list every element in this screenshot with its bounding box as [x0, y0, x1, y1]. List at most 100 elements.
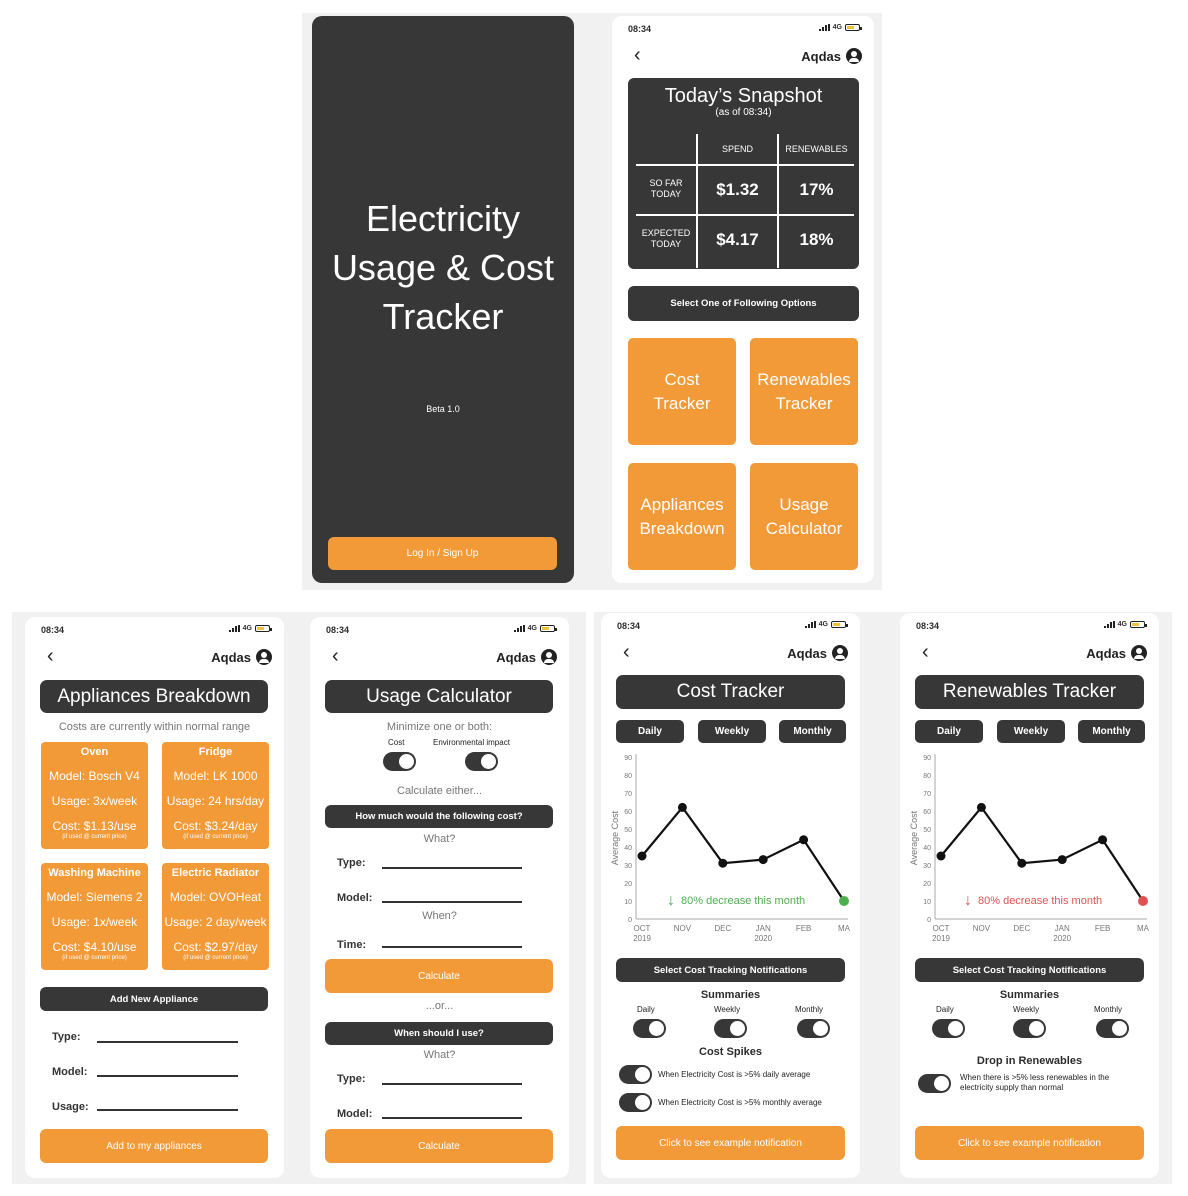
data-point: [936, 851, 946, 861]
example-notification-button[interactable]: Click to see example notification: [915, 1126, 1144, 1160]
battery-icon: [845, 24, 862, 31]
user-profile[interactable]: Aqdas: [787, 645, 848, 661]
decrease-annotation: ↓ 80% decrease this month: [667, 892, 806, 909]
calculate-button[interactable]: Calculate: [325, 959, 553, 993]
type-field-2[interactable]: [382, 1083, 522, 1085]
back-icon[interactable]: ‹: [623, 642, 630, 662]
user-profile[interactable]: Aqdas: [496, 649, 557, 665]
signal-icon: [804, 621, 816, 628]
app-title: Electricity Usage & Cost Tracker: [331, 198, 555, 337]
so-far-renewables: 17%: [799, 180, 834, 199]
appliance-card-fridge[interactable]: Fridge Model: LK 1000 Usage: 24 hrs/day …: [162, 742, 269, 849]
time-field[interactable]: [382, 946, 522, 948]
status-bar: 08:34 4G: [310, 625, 569, 639]
tab-weekly[interactable]: Weekly: [997, 720, 1065, 743]
data-point: [1017, 858, 1027, 868]
tab-monthly[interactable]: Monthly: [1078, 720, 1145, 743]
y-tick-label: 70: [624, 791, 632, 798]
user-profile[interactable]: Aqdas: [1086, 645, 1147, 661]
model-field[interactable]: [97, 1075, 238, 1077]
status-bar: 08:34 4G: [25, 625, 284, 639]
status-bar: 08:34 4G: [601, 621, 860, 635]
page-title: Appliances Breakdown: [40, 680, 268, 713]
spike-daily-label: When Electricity Cost is >5% daily avera…: [658, 1070, 811, 1079]
drop-renewables-toggle[interactable]: [918, 1074, 951, 1093]
appliance-card-oven[interactable]: Oven Model: Bosch V4 Usage: 3x/week Cost…: [41, 742, 148, 849]
summary-weekly-toggle[interactable]: [1013, 1019, 1046, 1038]
user-icon: [256, 649, 272, 665]
time-label: Time:: [337, 939, 367, 951]
renewables-chart: 0 10 20 30 40 50 60 70 80 90 Average Cost OCT2019 NO…: [909, 754, 1150, 943]
appliance-card-washing-machine[interactable]: Washing Machine Model: Siemens 2 Usage: …: [41, 863, 148, 970]
user-profile[interactable]: Aqdas: [211, 649, 272, 665]
summary-monthly-toggle[interactable]: [1096, 1019, 1129, 1038]
x-tick-label: DEC: [1013, 924, 1030, 933]
add-to-appliances-button[interactable]: Add to my appliances: [40, 1129, 268, 1163]
renewables-tracker-tile[interactable]: Renewables Tracker: [750, 338, 858, 445]
usage-calculator-tile[interactable]: Usage Calculator: [750, 463, 858, 570]
so-far-spend: $1.32: [716, 180, 759, 199]
data-point: [976, 802, 986, 812]
renewables-tracker-screen: 08:34 4G ‹ Aqdas Renewables Tracker Dail…: [900, 613, 1159, 1178]
tab-monthly[interactable]: Monthly: [779, 720, 846, 743]
calculate-button-2[interactable]: Calculate: [325, 1129, 553, 1163]
y-tick-label: 90: [624, 755, 632, 762]
cost-tracker-tile[interactable]: Cost Tracker: [628, 338, 736, 445]
what-label-2: What?: [423, 1049, 456, 1061]
option-cost-label: Cost: [388, 738, 405, 747]
x-tick-sublabel: 2019: [633, 934, 651, 943]
tab-weekly[interactable]: Weekly: [698, 720, 766, 743]
when-question-header: When should I use?: [325, 1022, 553, 1045]
type-field[interactable]: [97, 1041, 238, 1043]
type-field[interactable]: [382, 867, 522, 869]
type-label-2: Type:: [337, 1073, 366, 1085]
appliance-card-electric-radiator[interactable]: Electric Radiator Model: OVOHeat Usage: …: [162, 863, 269, 970]
user-icon: [832, 645, 848, 661]
y-tick-label: 90: [923, 755, 931, 762]
cost-toggle[interactable]: [383, 752, 416, 771]
snapshot-subtitle: (as of 08:34): [715, 107, 772, 118]
model-field-2[interactable]: [382, 1117, 522, 1119]
appliances-breakdown-tile[interactable]: Appliances Breakdown: [628, 463, 736, 570]
summaries-label: Summaries: [700, 989, 761, 1001]
tab-daily[interactable]: Daily: [915, 720, 983, 743]
option-env-label: Environmental impact: [433, 738, 510, 747]
cost-spikes-label: Cost Spikes: [699, 1046, 762, 1058]
y-tick-label: 70: [923, 791, 931, 798]
x-tick-label: FEB: [796, 924, 812, 933]
login-button[interactable]: Log In / Sign Up: [328, 537, 557, 570]
back-icon[interactable]: ‹: [47, 646, 54, 666]
user-icon: [846, 48, 862, 64]
back-icon[interactable]: ‹: [922, 642, 929, 662]
snapshot-title: Today’s Snapshot: [664, 85, 823, 107]
model-label: Model:: [337, 892, 373, 904]
when-label: When?: [422, 910, 457, 922]
env-toggle[interactable]: [465, 752, 498, 771]
example-notification-button[interactable]: Click to see example notification: [616, 1126, 845, 1160]
summary-daily-toggle[interactable]: [633, 1019, 666, 1038]
usage-field[interactable]: [97, 1109, 238, 1111]
expected-spend: $4.17: [716, 230, 759, 249]
x-tick-label: NOV: [674, 924, 692, 933]
x-tick-sublabel: 2020: [754, 934, 772, 943]
status-bar: 08:34 4G: [900, 621, 1159, 635]
data-point: [1098, 835, 1108, 845]
summary-weekly-toggle[interactable]: [714, 1019, 747, 1038]
summary-daily-label: Daily: [637, 1005, 655, 1014]
summary-daily-toggle[interactable]: [932, 1019, 965, 1038]
back-icon[interactable]: ‹: [634, 45, 641, 65]
spike-monthly-label: When Electricity Cost is >5% monthly ave…: [658, 1098, 822, 1107]
data-point: [758, 855, 768, 865]
spike-daily-toggle[interactable]: [619, 1065, 652, 1084]
or-label: ...or...: [425, 1000, 454, 1012]
model-field[interactable]: [382, 901, 522, 903]
snapshot-card: Today’s Snapshot (as of 08:34) SPEND REN…: [628, 78, 859, 269]
calculator-screen: 08:34 4G ‹ Aqdas Usage Calculator Minimi…: [310, 617, 569, 1178]
spike-monthly-toggle[interactable]: [619, 1093, 652, 1112]
data-point: [1138, 896, 1148, 906]
summary-monthly-toggle[interactable]: [797, 1019, 830, 1038]
user-profile[interactable]: Aqdas: [801, 48, 862, 64]
tab-daily[interactable]: Daily: [616, 720, 684, 743]
back-icon[interactable]: ‹: [332, 646, 339, 666]
y-axis-label: Average Cost: [610, 810, 620, 865]
